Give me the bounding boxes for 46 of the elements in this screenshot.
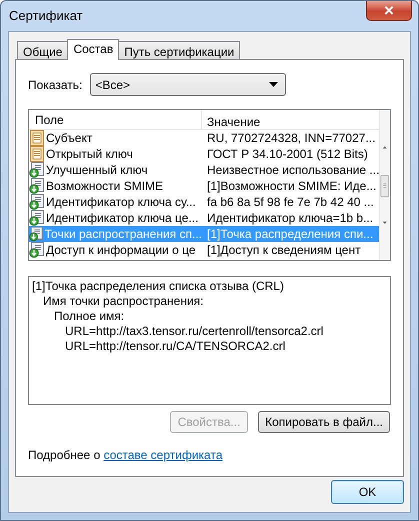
more-info-text: Подробнее о составе сертификата — [28, 447, 224, 464]
table-cell-text: Идентификатор ключа су... — [46, 194, 196, 211]
document-icon — [29, 130, 45, 146]
table-cell-text: Доступ к информации о це — [46, 242, 196, 259]
table-cell-text: [1]Точка распределения спи... — [206, 226, 374, 243]
scrollbar[interactable] — [379, 110, 390, 260]
table-cell-text: Улучшенный ключ — [46, 162, 148, 179]
link[interactable]: составе сертификата — [104, 448, 222, 462]
document-icon — [29, 146, 45, 162]
column-header[interactable]: Значение — [202, 110, 380, 129]
column-header[interactable]: Поле — [29, 110, 202, 129]
table-row[interactable]: Возможности SMIME [1]Возможности SMIME: Иде... — [29, 178, 380, 194]
show-label: Показать: — [28, 76, 82, 94]
close-button[interactable]: × — [366, 1, 412, 21]
button[interactable]: Копировать в файл... — [258, 411, 390, 433]
table-cell-text: [1]Возможности SMIME: Иде... — [206, 178, 378, 195]
ok-button[interactable]: OK — [331, 480, 404, 504]
table-cell-text: Идентификатор ключа це... — [46, 210, 198, 227]
table-row[interactable]: Идентификатор ключа су... fa b6 8a 5f 98 fe 7e 7b 42 40 ... — [29, 194, 380, 210]
table-row[interactable]: Идентификатор ключа це... Идентификатор ключа=1b b... — [29, 210, 380, 226]
table-cell-text: Возможности SMIME — [46, 178, 164, 195]
details-line: URL=http://tensor.ru/CA/TENSORCA2.crl — [64, 339, 286, 354]
table-cell-text: Субъект — [46, 130, 92, 147]
details-box[interactable]: [1]Точка распределения списка отзыва (CRL) Имя точки распространения: Полное имя: URL=http://tax3.tensor.ru/certenroll/tensorca2.crl URL=http://tensor.ru/CA/TENSORCA2.crl — [28, 276, 391, 405]
tab[interactable]: Состав — [67, 39, 120, 60]
table-cell-text: RU, 7702724328, INN=77027... — [206, 130, 376, 147]
details-line: URL=http://tax3.tensor.ru/certenroll/tensorca2.crl — [64, 324, 324, 339]
table-row[interactable]: Субъект RU, 7702724328, INN=77027... — [29, 130, 380, 146]
table-cell-text: Точки распространения сп... — [44, 226, 202, 243]
table-cell-text: [1]Доступ к сведениям цент — [206, 242, 362, 259]
table-row[interactable]: Открытый ключ ГОСТ Р 34.10-2001 (512 Bits) — [29, 146, 380, 162]
table-cell-text: Идентификатор ключа=1b b... — [206, 210, 374, 227]
table-cell-text: fa b6 8a 5f 98 fe 7e 7b 42 40 ... — [206, 194, 375, 211]
table-cell-text: Открытый ключ — [46, 146, 133, 163]
table-row[interactable]: Улучшенный ключ Неизвестное использование ... — [29, 162, 380, 178]
details-line: [1]Точка распределения списка отзыва (CRL) — [32, 279, 285, 294]
table-row[interactable]: Доступ к информации о це [1]Доступ к сведениям цент — [29, 242, 380, 258]
show-dropdown[interactable]: <Все> — [90, 73, 286, 96]
window-title: Сертификат — [8, 7, 83, 26]
details-line: Полное имя: — [53, 309, 126, 324]
table-cell-text: Неизвестное использование ... — [206, 162, 380, 179]
details-line: Имя точки распространения: — [42, 294, 205, 309]
dropdown-arrow-icon — [269, 82, 278, 87]
table-cell-text: ГОСТ Р 34.10-2001 (512 Bits) — [206, 146, 369, 163]
tab[interactable]: Общие — [17, 41, 68, 59]
tab[interactable]: Путь сертификации — [118, 41, 240, 59]
